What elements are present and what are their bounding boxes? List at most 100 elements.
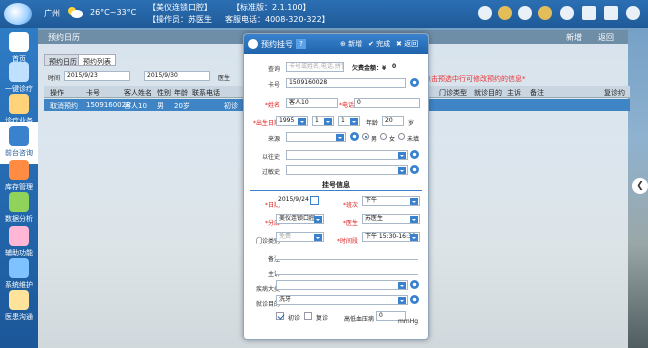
sidebar-item-communication[interactable]: 医患沟通 bbox=[0, 286, 38, 328]
age-input[interactable]: 20 bbox=[382, 116, 404, 126]
history-label: 以往史 bbox=[261, 154, 280, 161]
weather-text: 26°C~33°C bbox=[90, 8, 137, 17]
chevron-down-icon bbox=[410, 198, 418, 205]
chevron-down-icon bbox=[398, 282, 406, 289]
chevron-down-icon bbox=[314, 216, 322, 223]
help-icon[interactable]: ? bbox=[296, 39, 306, 49]
purpose-select[interactable]: 洗牙 bbox=[276, 295, 408, 305]
doctor-select[interactable]: 苏医生 bbox=[362, 214, 420, 224]
name-input[interactable]: 客人10 bbox=[286, 98, 338, 108]
registration-section-title: 挂号信息 bbox=[322, 181, 350, 189]
note-input[interactable] bbox=[276, 250, 418, 260]
source-select[interactable] bbox=[286, 132, 346, 142]
gender-male-radio[interactable] bbox=[362, 133, 369, 140]
location-text: 广州 bbox=[44, 9, 60, 18]
phone-input[interactable]: 0 bbox=[354, 98, 420, 108]
card-label: 卡号 bbox=[267, 82, 280, 89]
clinic-type-select[interactable]: 免费 bbox=[276, 232, 324, 242]
chevron-down-icon bbox=[410, 216, 418, 223]
gear-icon[interactable] bbox=[410, 280, 419, 289]
phone-icon[interactable] bbox=[560, 6, 574, 20]
chevron-down-icon bbox=[298, 118, 306, 125]
lock-icon[interactable] bbox=[582, 6, 596, 20]
first-visit-checkbox[interactable] bbox=[276, 312, 284, 320]
business-icon bbox=[9, 94, 29, 114]
background-title: 预约日历 bbox=[48, 33, 80, 42]
gender-unknown-radio[interactable] bbox=[398, 133, 405, 140]
ie-icon[interactable] bbox=[478, 6, 492, 20]
date-from-input[interactable]: 2015/9/23 bbox=[64, 71, 130, 81]
weather-icon bbox=[68, 7, 83, 18]
branch-select[interactable]: 美仪连锁口腔 bbox=[276, 214, 324, 224]
top-bar: 广州 26°C~33°C 【美仪连锁口腔】 【标准版：2.1.100】 【操作员… bbox=[0, 0, 648, 28]
chevron-down-icon bbox=[350, 118, 358, 125]
query-input[interactable]: 卡号或姓名,电话,拼音五笔码 bbox=[286, 62, 344, 72]
exit-icon[interactable] bbox=[604, 6, 618, 20]
gear-icon[interactable] bbox=[350, 132, 359, 141]
hotline-text: 客服电话：4008-320-322】 bbox=[225, 15, 330, 24]
age-unit: 岁 bbox=[408, 120, 415, 127]
user-icon bbox=[248, 39, 258, 49]
dialog-header: 预约挂号 ? ⊕ 新增 ✔ 完成 ✖ 返回 bbox=[244, 34, 428, 54]
card-input[interactable]: 1509160028 bbox=[286, 78, 406, 88]
allergy-label: 过敏史 bbox=[261, 169, 280, 176]
bp-label: 高低血压病 bbox=[344, 316, 375, 323]
birth-month-select[interactable]: 1 bbox=[312, 116, 334, 126]
bp-unit: mmHg bbox=[398, 318, 419, 325]
notify-icon[interactable] bbox=[518, 6, 532, 20]
assist-icon bbox=[9, 226, 29, 246]
balance-label: 欠费金额：¥ bbox=[352, 65, 387, 72]
balance-value: 0 bbox=[392, 63, 397, 70]
disease-select[interactable] bbox=[276, 280, 408, 290]
chevron-down-icon bbox=[336, 134, 344, 141]
chevron-left-icon[interactable]: ❮ bbox=[632, 178, 648, 194]
date-to-input[interactable]: 2015/9/30 bbox=[144, 71, 210, 81]
doctor-label: *医生 bbox=[342, 220, 358, 227]
birth-year-select[interactable]: 1995 bbox=[276, 116, 308, 126]
alert-icon[interactable] bbox=[538, 6, 552, 20]
source-label: 来源 bbox=[267, 136, 280, 143]
dialog-title: 预约挂号 bbox=[261, 40, 293, 49]
query-label: 查询 bbox=[267, 66, 280, 73]
settings-icon[interactable] bbox=[498, 6, 512, 20]
history-select[interactable] bbox=[286, 150, 408, 160]
age-label: 年龄 bbox=[366, 120, 379, 127]
app-logo bbox=[4, 3, 32, 25]
chevron-down-icon bbox=[398, 167, 406, 174]
shift-select[interactable]: 下午 bbox=[362, 196, 420, 206]
power-icon[interactable] bbox=[626, 6, 640, 20]
birth-day-select[interactable]: 1 bbox=[338, 116, 360, 126]
inventory-icon bbox=[9, 160, 29, 180]
chevron-down-icon bbox=[314, 234, 322, 241]
gear-icon[interactable] bbox=[410, 295, 419, 304]
tab-list[interactable]: 预约列表 bbox=[78, 54, 116, 66]
dialog-done-button[interactable]: ✔ 完成 bbox=[368, 39, 390, 49]
maintenance-icon bbox=[9, 258, 29, 278]
time-slot-select[interactable]: 下午 15:30-16:30 bbox=[362, 232, 420, 242]
dialog-add-button[interactable]: ⊕ 新增 bbox=[340, 39, 362, 49]
gear-icon[interactable] bbox=[410, 165, 419, 174]
chevron-down-icon bbox=[410, 234, 418, 241]
analysis-icon bbox=[9, 192, 29, 212]
appointment-dialog: 预约挂号 ? ⊕ 新增 ✔ 完成 ✖ 返回 查询 卡号或姓名,电话,拼音五笔码 … bbox=[243, 33, 429, 340]
gear-icon[interactable] bbox=[410, 78, 419, 87]
dialog-back-button[interactable]: ✖ 返回 bbox=[396, 39, 418, 49]
phone-label: *电话 bbox=[338, 102, 354, 109]
clinic-name: 【美仪连锁口腔】 bbox=[148, 3, 212, 12]
chevron-down-icon bbox=[324, 118, 332, 125]
gear-icon[interactable] bbox=[410, 150, 419, 159]
home-icon bbox=[9, 32, 29, 52]
background-add-button[interactable]: 新增 bbox=[566, 32, 582, 43]
background-return-button[interactable]: 返回 bbox=[598, 32, 614, 43]
revisit-checkbox[interactable] bbox=[304, 312, 312, 320]
gender-female-radio[interactable] bbox=[380, 133, 387, 140]
operator-text: 【操作员：苏医生 bbox=[148, 15, 212, 24]
chevron-down-icon bbox=[398, 297, 406, 304]
calendar-icon[interactable] bbox=[310, 196, 319, 205]
complaint-input[interactable] bbox=[276, 265, 418, 275]
chevron-down-icon bbox=[398, 152, 406, 159]
tab-calendar[interactable]: 预约日历 bbox=[44, 54, 82, 66]
date-input[interactable]: 2015/9/24 bbox=[276, 196, 310, 206]
allergy-select[interactable] bbox=[286, 165, 408, 175]
section-divider bbox=[250, 190, 422, 191]
